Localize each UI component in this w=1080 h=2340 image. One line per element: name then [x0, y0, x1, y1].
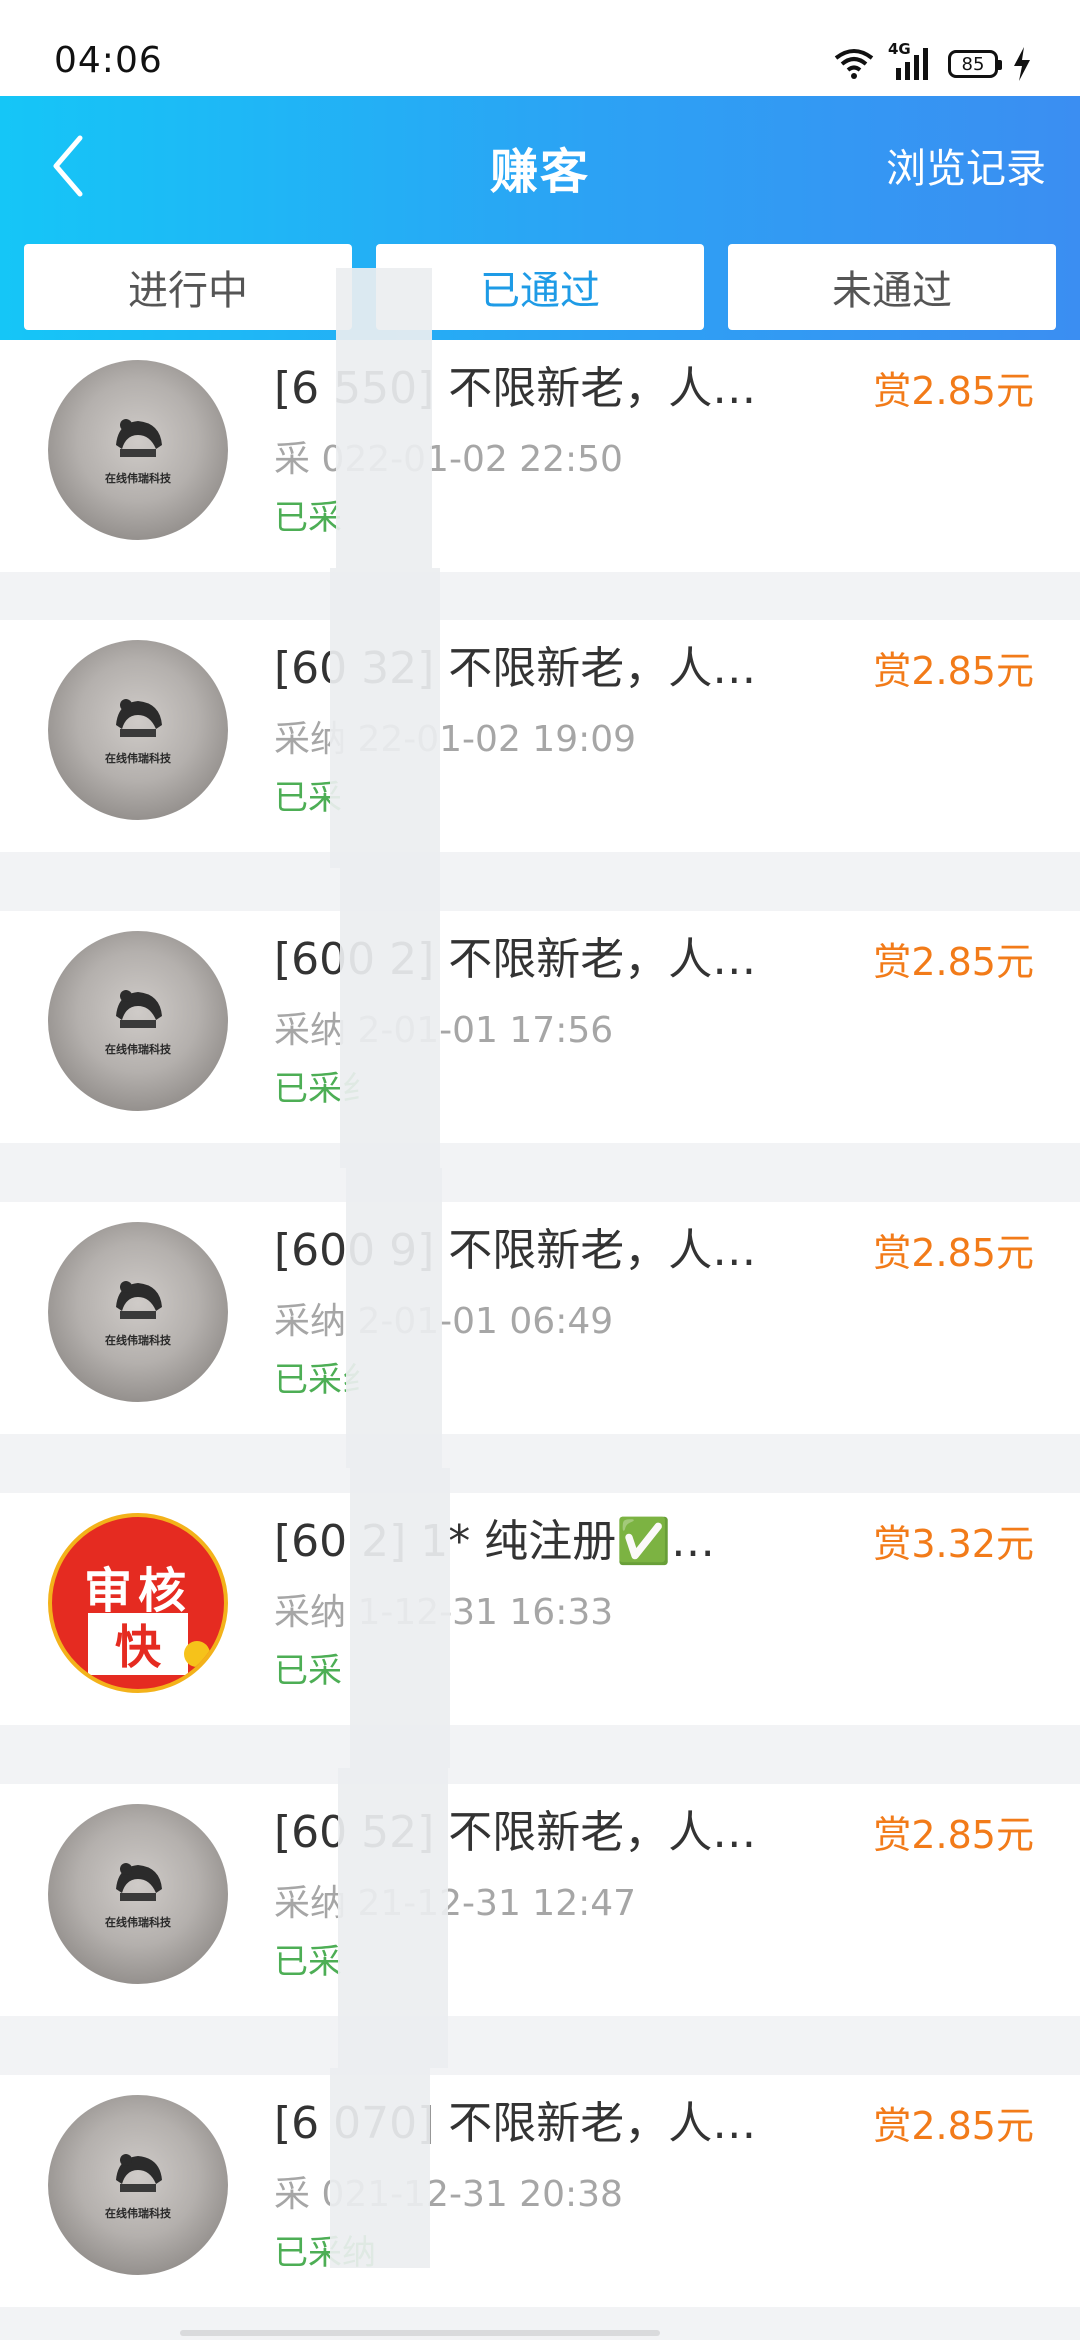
- list-item[interactable]: 在线伟瑞科技 [60 52] 不限新老，人… 赏2.85元 采纳 21-12-3…: [0, 1784, 1080, 2016]
- bear-logo-icon: [116, 2154, 162, 2192]
- status-bar: 04:06 4G 85: [0, 0, 1080, 96]
- avatar-logo-text: 在线伟瑞科技: [105, 1334, 171, 1347]
- reward-amount: 赏2.85元: [873, 1813, 1034, 1857]
- task-title: [60 52] 不限新老，人…: [274, 1807, 757, 1858]
- status-tabs: 进行中 已通过 未通过: [24, 244, 1056, 332]
- reward-amount: 赏2.85元: [873, 2104, 1034, 2148]
- avatar-logo-text: 在线伟瑞科技: [105, 1916, 171, 1929]
- accepted-date: 采纳 21-12-31 12:47: [274, 1883, 637, 1924]
- avatar-logo-text: 在线伟瑞科技: [105, 752, 171, 765]
- status-icons: 4G 85: [834, 40, 1032, 84]
- task-title: [600 2] 不限新老，人…: [274, 934, 757, 985]
- accepted-date: 采纳 2-01-01 17:56: [274, 1010, 614, 1051]
- status-badge: 已采纟: [274, 1069, 376, 1109]
- accepted-date: 采 022-01-02 22:50: [274, 439, 623, 480]
- bear-logo-icon: [116, 419, 162, 457]
- bear-logo-icon: [116, 1281, 162, 1319]
- tab-rejected[interactable]: 未通过: [728, 244, 1056, 330]
- fast-review-avatar: 审核 快: [48, 1513, 228, 1693]
- avatar: 在线伟瑞科技: [48, 931, 228, 1111]
- status-badge: 已采: [274, 498, 342, 538]
- task-title: [60 2] 1* 纯注册✅…: [274, 1516, 716, 1567]
- reward-amount: 赏2.85元: [873, 940, 1034, 984]
- list-item[interactable]: 审核 快 [60 2] 1* 纯注册✅… 赏3.32元 采纳 1-12-31 1…: [0, 1493, 1080, 1725]
- avatar-bottom-text: 快: [88, 1613, 188, 1675]
- status-time: 04:06: [54, 40, 163, 81]
- task-title: [6 070] 不限新老，人…: [274, 2098, 757, 2149]
- battery-icon: 85: [948, 50, 1002, 78]
- bear-logo-icon: [116, 1863, 162, 1901]
- status-badge: 已采: [274, 1651, 342, 1691]
- status-badge: 已采纳: [274, 2233, 376, 2273]
- list-item[interactable]: 在线伟瑞科技 [6 070] 不限新老，人… 赏2.85元 采 021-12-3…: [0, 2075, 1080, 2307]
- task-title: [60 32] 不限新老，人…: [274, 643, 757, 694]
- reward-amount: 赏2.85元: [873, 369, 1034, 413]
- accepted-date: 采 021-12-31 20:38: [274, 2174, 623, 2215]
- task-title: [600 9] 不限新老，人…: [274, 1225, 757, 1276]
- battery-level: 85: [961, 53, 985, 75]
- reward-amount: 赏3.32元: [873, 1522, 1034, 1566]
- accepted-date: 采纳 1-12-31 16:33: [274, 1592, 614, 1633]
- app-header: 赚客 浏览记录 进行中 已通过 未通过: [0, 96, 1080, 360]
- list-item[interactable]: 在线伟瑞科技 [600 9] 不限新老，人… 赏2.85元 采纳 2-01-01…: [0, 1202, 1080, 1434]
- avatar: 在线伟瑞科技: [48, 640, 228, 820]
- accepted-date: 采纳 2-01-01 06:49: [274, 1301, 614, 1342]
- avatar: 在线伟瑞科技: [48, 1222, 228, 1402]
- charging-bolt-icon: [1014, 47, 1030, 81]
- reward-amount: 赏2.85元: [873, 649, 1034, 693]
- bear-logo-icon: [116, 990, 162, 1028]
- avatar: 在线伟瑞科技: [48, 2095, 228, 2275]
- status-badge: 已采: [274, 1942, 342, 1982]
- avatar-logo-text: 在线伟瑞科技: [105, 2207, 171, 2220]
- tab-approved[interactable]: 已通过: [376, 244, 704, 330]
- avatar-logo-text: 在线伟瑞科技: [105, 1043, 171, 1056]
- avatar: 在线伟瑞科技: [48, 360, 228, 540]
- list-item[interactable]: 在线伟瑞科技 [60 32] 不限新老，人… 赏2.85元 采纳 22-01-0…: [0, 620, 1080, 852]
- avatar: 在线伟瑞科技: [48, 1804, 228, 1984]
- browse-history-link[interactable]: 浏览记录: [886, 136, 1046, 194]
- status-badge: 已采: [274, 778, 342, 818]
- bear-logo-icon: [116, 699, 162, 737]
- wifi-icon: [834, 49, 874, 79]
- avatar-logo-text: 在线伟瑞科技: [105, 472, 171, 485]
- accepted-date: 采纳 22-01-02 19:09: [274, 719, 637, 760]
- tab-in-progress[interactable]: 进行中: [24, 244, 352, 330]
- task-title: [6 550] 不限新老，人…: [274, 363, 757, 414]
- coin-icon: [184, 1641, 210, 1667]
- cellular-signal-icon: 4G: [888, 40, 934, 82]
- status-badge: 已采纟: [274, 1360, 376, 1400]
- list-item[interactable]: 在线伟瑞科技 [6 550] 不限新老，人… 赏2.85元 采 022-01-0…: [0, 340, 1080, 572]
- reward-amount: 赏2.85元: [873, 1231, 1034, 1275]
- home-indicator: [180, 2330, 660, 2336]
- list-item[interactable]: 在线伟瑞科技 [600 2] 不限新老，人… 赏2.85元 采纳 2-01-01…: [0, 911, 1080, 1143]
